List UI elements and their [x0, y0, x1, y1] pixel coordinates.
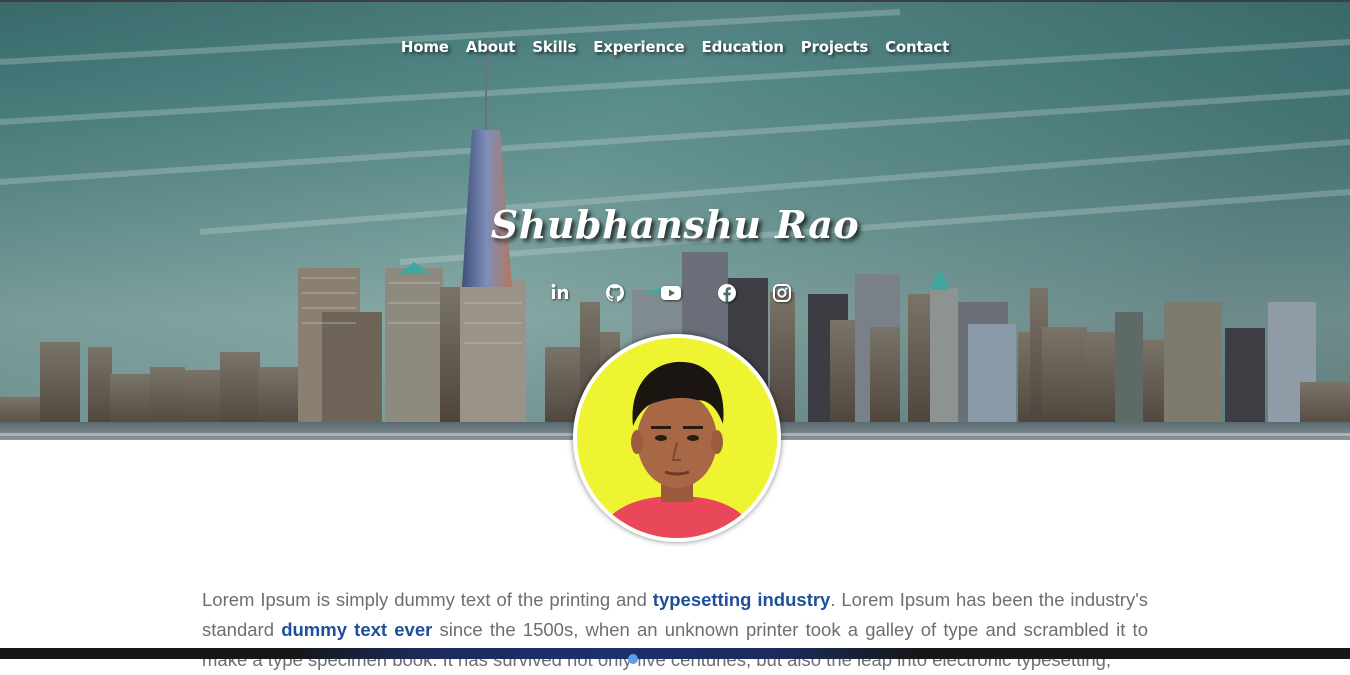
- taskbar-strip: [0, 648, 1350, 664]
- github-icon[interactable]: [604, 282, 626, 304]
- hero-name-title: Shubhanshu Rao: [490, 202, 860, 247]
- about-text-1: Lorem Ipsum is simply dummy text of the …: [202, 588, 653, 610]
- youtube-icon[interactable]: [660, 282, 682, 304]
- nav-contact-link[interactable]: Contact: [877, 38, 958, 56]
- nav-projects-link[interactable]: Projects: [792, 38, 876, 56]
- nav-experience-link[interactable]: Experience: [585, 38, 693, 56]
- facebook-icon[interactable]: [716, 282, 738, 304]
- taskbar-dot-icon: [628, 654, 638, 664]
- taskbar-glow: [300, 648, 910, 659]
- about-paragraph: Lorem Ipsum is simply dummy text of the …: [202, 585, 1148, 675]
- nav-education-link[interactable]: Education: [693, 38, 792, 56]
- nav-about-link[interactable]: About: [457, 38, 524, 56]
- profile-photo: [577, 338, 777, 538]
- highlight-dummy-text-ever: dummy text ever: [281, 618, 433, 640]
- linkedin-icon[interactable]: [549, 281, 571, 303]
- instagram-icon[interactable]: [771, 282, 793, 304]
- profile-avatar: [573, 334, 781, 542]
- social-links: [549, 281, 791, 305]
- main-navigation: Home About Skills Experience Education P…: [0, 38, 1350, 56]
- nav-skills-link[interactable]: Skills: [524, 38, 585, 56]
- highlight-typesetting-industry: typesetting industry: [652, 588, 831, 610]
- nav-home-link[interactable]: Home: [392, 38, 457, 56]
